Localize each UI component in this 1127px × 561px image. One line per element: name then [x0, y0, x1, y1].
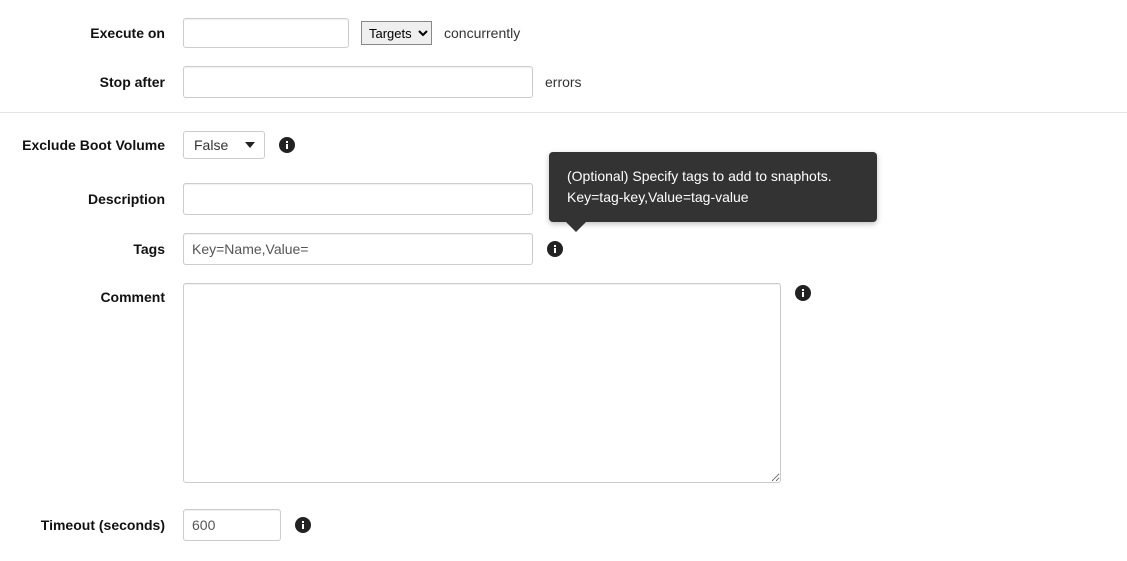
- row-timeout: Timeout (seconds): [0, 509, 1127, 541]
- row-execute-on: Execute on Targets concurrently: [0, 18, 1127, 48]
- tooltip-arrow-icon: [566, 222, 586, 232]
- stop-after-suffix: errors: [545, 74, 582, 90]
- controls-execute-on: Targets concurrently: [183, 18, 520, 48]
- description-input[interactable]: [183, 183, 533, 215]
- info-icon-comment[interactable]: [795, 285, 811, 301]
- tags-tooltip-line2: Key=tag-key,Value=tag-value: [567, 187, 859, 208]
- form-area: Execute on Targets concurrently Stop aft…: [0, 0, 1127, 561]
- info-icon-exclude-boot-volume[interactable]: [279, 137, 295, 153]
- label-comment: Comment: [0, 283, 183, 305]
- section-divider: [0, 112, 1127, 113]
- comment-textarea[interactable]: [183, 283, 781, 483]
- tags-input[interactable]: [183, 233, 533, 265]
- info-icon-tags[interactable]: [547, 241, 563, 257]
- exclude-boot-volume-select[interactable]: False: [183, 131, 265, 159]
- controls-exclude-boot-volume: False: [183, 131, 295, 159]
- controls-tags: [183, 233, 563, 265]
- controls-comment: [183, 283, 811, 483]
- controls-stop-after: errors: [183, 66, 582, 98]
- stop-after-input[interactable]: [183, 66, 533, 98]
- row-tags: Tags: [0, 233, 1127, 265]
- label-execute-on: Execute on: [0, 25, 183, 41]
- execute-on-units-select[interactable]: Targets: [361, 21, 432, 45]
- tags-tooltip: (Optional) Specify tags to add to snapho…: [549, 152, 877, 222]
- controls-description: [183, 183, 533, 215]
- chevron-down-icon: [245, 142, 255, 148]
- tags-tooltip-line1: (Optional) Specify tags to add to snapho…: [567, 166, 859, 187]
- label-stop-after: Stop after: [0, 74, 183, 90]
- label-exclude-boot-volume: Exclude Boot Volume: [0, 137, 183, 153]
- timeout-input[interactable]: [183, 509, 281, 541]
- label-description: Description: [0, 191, 183, 207]
- execute-on-suffix: concurrently: [444, 25, 520, 41]
- execute-on-count-input[interactable]: [183, 18, 349, 48]
- label-tags: Tags: [0, 241, 183, 257]
- controls-timeout: [183, 509, 311, 541]
- label-timeout: Timeout (seconds): [0, 517, 183, 533]
- row-comment: Comment: [0, 283, 1127, 483]
- row-stop-after: Stop after errors: [0, 66, 1127, 98]
- info-icon-timeout[interactable]: [295, 517, 311, 533]
- exclude-boot-volume-value: False: [194, 137, 228, 153]
